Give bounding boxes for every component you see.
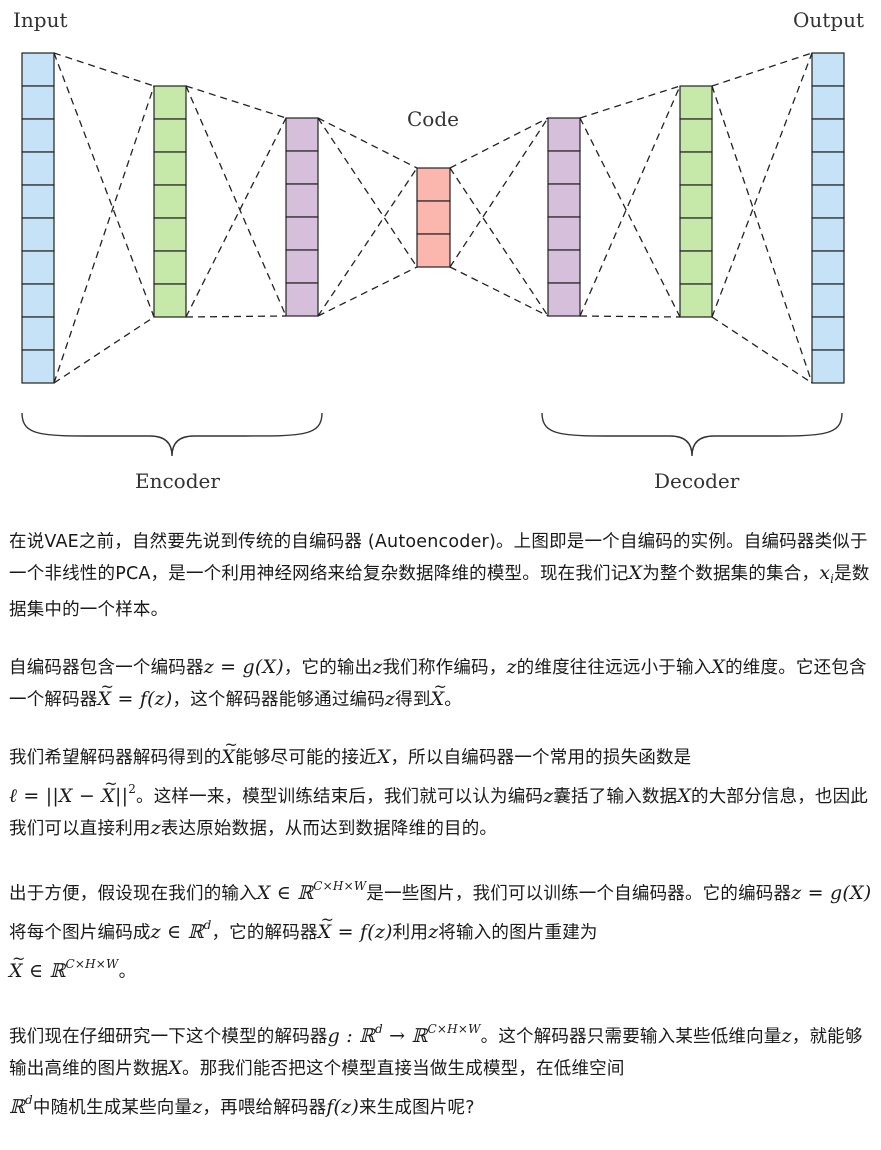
decoder-label: Decoder <box>654 469 740 493</box>
connection-line <box>53 316 155 384</box>
autoencoder-diagram-svg: Input Output Code Encoder Decoder <box>13 8 864 493</box>
connection-line <box>711 52 813 87</box>
decoder-hidden-1-unit <box>547 117 581 152</box>
encoder-hidden-2-unit <box>285 282 319 317</box>
decoder-hidden-1-unit <box>547 150 581 185</box>
encoder-label: Encoder <box>135 469 220 493</box>
output-layer-unit <box>811 250 845 285</box>
output-layer-unit <box>811 118 845 153</box>
output-label: Output <box>793 8 864 32</box>
decoder-hidden-2 <box>679 85 713 318</box>
connection-line <box>185 315 287 318</box>
connection-line <box>579 117 681 318</box>
encoder-brace <box>21 412 323 457</box>
paragraph-1: 在说VAE之前，自然要先说到传统的自编码器 (Autoencoder)。上图即是… <box>9 532 870 620</box>
decoder-brace <box>541 412 843 457</box>
encoder-hidden-1 <box>153 85 187 318</box>
encoder-hidden-2-unit <box>285 216 319 251</box>
input-layer-unit <box>21 151 55 186</box>
encoder-hidden-2-unit <box>285 249 319 284</box>
input-layer-unit <box>21 283 55 318</box>
input-layer <box>21 52 55 384</box>
connection-line <box>579 315 681 318</box>
paragraph-4: 出于方便，假设现在我们的输入X ∈ ℝC×H×W是一些图片，我们可以训练一个自编… <box>9 871 875 988</box>
connection-line <box>53 52 155 318</box>
output-layer-unit <box>811 349 845 384</box>
encoder-hidden-1-unit <box>153 283 187 318</box>
code-layer-unit <box>416 233 451 268</box>
autoencoder-diagram: Input Output Code Encoder Decoder <box>0 0 881 505</box>
connection-line <box>317 167 418 317</box>
connection-line <box>449 167 549 317</box>
output-layer-unit <box>811 151 845 186</box>
encoder-hidden-2-unit <box>285 150 319 185</box>
output-layer-unit <box>811 217 845 252</box>
decoder-hidden-2-unit <box>679 85 713 120</box>
input-layer-unit <box>21 316 55 351</box>
connection-line <box>711 85 813 384</box>
encoder-hidden-1-unit <box>153 118 187 153</box>
decoder-hidden-1-unit <box>547 183 581 218</box>
connection-line <box>185 117 287 318</box>
input-layer-unit <box>21 52 55 87</box>
connection-line <box>185 85 287 119</box>
connection-line <box>449 266 549 317</box>
encoder-hidden-1-unit <box>153 151 187 186</box>
encoder-hidden-2-unit <box>285 183 319 218</box>
connection-line <box>711 52 813 318</box>
paragraph-2: 自编码器包含一个编码器z = g(X)，它的输出z我们称作编码，z的维度往往远远… <box>9 652 875 716</box>
connection-line <box>317 266 418 317</box>
input-layer-unit <box>21 184 55 219</box>
decoder-hidden-1-unit <box>547 282 581 317</box>
connection-line <box>53 85 155 384</box>
connection-line <box>317 117 418 169</box>
decoder-hidden-2-unit <box>679 217 713 252</box>
connection-line <box>579 85 681 317</box>
decoder-hidden-2-unit <box>679 283 713 318</box>
output-layer-unit <box>811 184 845 219</box>
code-layer-unit <box>416 167 451 202</box>
article-body: 在说VAE之前，自然要先说到传统的自编码器 (Autoencoder)。上图即是… <box>9 527 875 1150</box>
encoder-hidden-1-unit <box>153 85 187 120</box>
decoder-hidden-1 <box>547 117 581 317</box>
output-layer-unit <box>811 52 845 87</box>
code-layer <box>416 167 451 268</box>
encoder-hidden-2-unit <box>285 117 319 152</box>
input-label: Input <box>13 8 68 32</box>
decoder-hidden-2-unit <box>679 184 713 219</box>
connection-line <box>185 85 287 317</box>
decoder-hidden-1-unit <box>547 249 581 284</box>
decoder-hidden-2-unit <box>679 250 713 285</box>
input-layer-unit <box>21 217 55 252</box>
input-layer-unit <box>21 349 55 384</box>
encoder-hidden-2 <box>285 117 319 317</box>
paragraph-5: 我们现在仔细研究一下这个模型的解码器g : ℝd → ℝC×H×W。这个解码器只… <box>9 1022 863 1118</box>
paragraph-3: 我们希望解码器解码得到的X能够尽可能的接近X，所以自编码器一个常用的损失函数是ℓ… <box>9 729 875 845</box>
code-label: Code <box>407 107 459 131</box>
decoder-hidden-1-unit <box>547 216 581 251</box>
encoder-hidden-1-unit <box>153 184 187 219</box>
encoder-hidden-1-unit <box>153 217 187 252</box>
decoder-hidden-2-unit <box>679 118 713 153</box>
encoder-hidden-1-unit <box>153 250 187 285</box>
connection-line <box>53 52 155 87</box>
connection-line <box>449 117 549 169</box>
output-layer-unit <box>811 85 845 120</box>
output-layer <box>811 52 845 384</box>
input-layer-unit <box>21 85 55 120</box>
connection-line <box>449 117 549 268</box>
output-layer-unit <box>811 316 845 351</box>
output-layer-unit <box>811 283 845 318</box>
code-layer-unit <box>416 200 451 235</box>
input-layer-unit <box>21 250 55 285</box>
input-layer-unit <box>21 118 55 153</box>
decoder-hidden-2-unit <box>679 151 713 186</box>
connection-line <box>317 117 418 268</box>
connection-line <box>711 316 813 384</box>
connection-line <box>579 85 681 119</box>
